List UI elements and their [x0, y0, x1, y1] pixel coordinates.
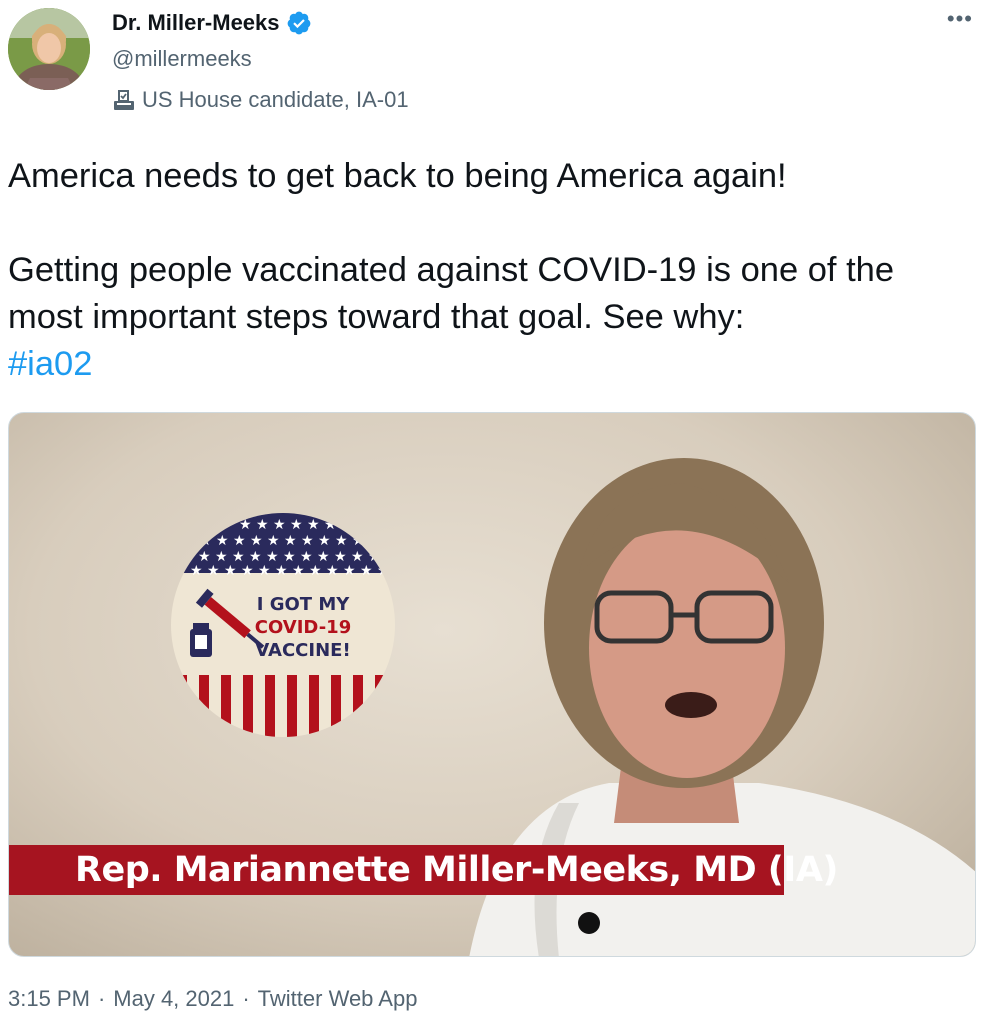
tweet-text: America needs to get back to being Ameri… — [8, 153, 968, 388]
badge-line1: I GOT MY — [257, 594, 350, 615]
author-label-text: US House candidate, IA-01 — [142, 87, 409, 112]
verified-badge-icon — [286, 10, 312, 36]
author-name[interactable]: Dr. Miller-Meeks — [112, 10, 280, 36]
tweet-time[interactable]: 3:15 PM — [8, 986, 90, 1012]
more-options-icon[interactable]: ••• — [947, 6, 973, 32]
caption-bar: Rep. Mariannette Miller-Meeks, MD (IA) — [9, 845, 838, 895]
meta-separator: · — [97, 986, 106, 1011]
video-thumbnail[interactable]: ★ ★ ★ ★ ★ ★ ★ ★ ★ ★ ★ ★ ★ ★ ★ ★ ★ ★ ★ ★ … — [8, 412, 976, 957]
author-handle[interactable]: @millermeeks — [112, 46, 252, 72]
badge-line2: COVID-19 — [255, 617, 351, 638]
vaccine-sticker-badge: ★ ★ ★ ★ ★ ★ ★ ★ ★ ★ ★ ★ ★ ★ ★ ★ ★ ★ ★ ★ … — [171, 513, 395, 737]
caption-text: Rep. Mariannette Miller-Meeks, MD (IA) — [75, 850, 838, 890]
badge-line3: VACCINE! — [255, 640, 350, 661]
svg-text:★ ★ ★ ★ ★ ★: ★ ★ ★ ★ ★ ★ — [239, 517, 337, 533]
author-name-row[interactable]: Dr. Miller-Meeks — [112, 10, 312, 36]
avatar[interactable] — [8, 8, 90, 90]
tweet-text-line1: America needs to get back to being Ameri… — [8, 157, 787, 195]
author-label: US House candidate, IA-01 — [112, 87, 409, 113]
meta-separator: · — [242, 986, 250, 1011]
tweet-meta: 3:15 PM · May 4, 2021 · Twitter Web App — [8, 986, 417, 1012]
hashtag-link[interactable]: #ia02 — [8, 345, 92, 383]
ballot-box-icon — [112, 88, 136, 112]
tweet-header: Dr. Miller-Meeks @millermeeks US House c… — [0, 0, 985, 130]
svg-text:★ ★ ★ ★ ★ ★ ★ ★ ★ ★: ★ ★ ★ ★ ★ ★ ★ ★ ★ ★ — [199, 533, 365, 549]
tweet-text-line2: Getting people vaccinated against COVID-… — [8, 247, 968, 388]
tweet-text-body: Getting people vaccinated against COVID-… — [8, 251, 895, 336]
svg-text:★ ★ ★ ★ ★ ★ ★ ★ ★ ★ ★ ★ ★: ★ ★ ★ ★ ★ ★ ★ ★ ★ ★ ★ ★ ★ — [173, 563, 390, 579]
tweet-source[interactable]: Twitter Web App — [258, 986, 418, 1012]
tweet-date[interactable]: May 4, 2021 — [113, 986, 234, 1012]
avatar-image — [8, 8, 90, 90]
vial-icon — [190, 623, 212, 657]
